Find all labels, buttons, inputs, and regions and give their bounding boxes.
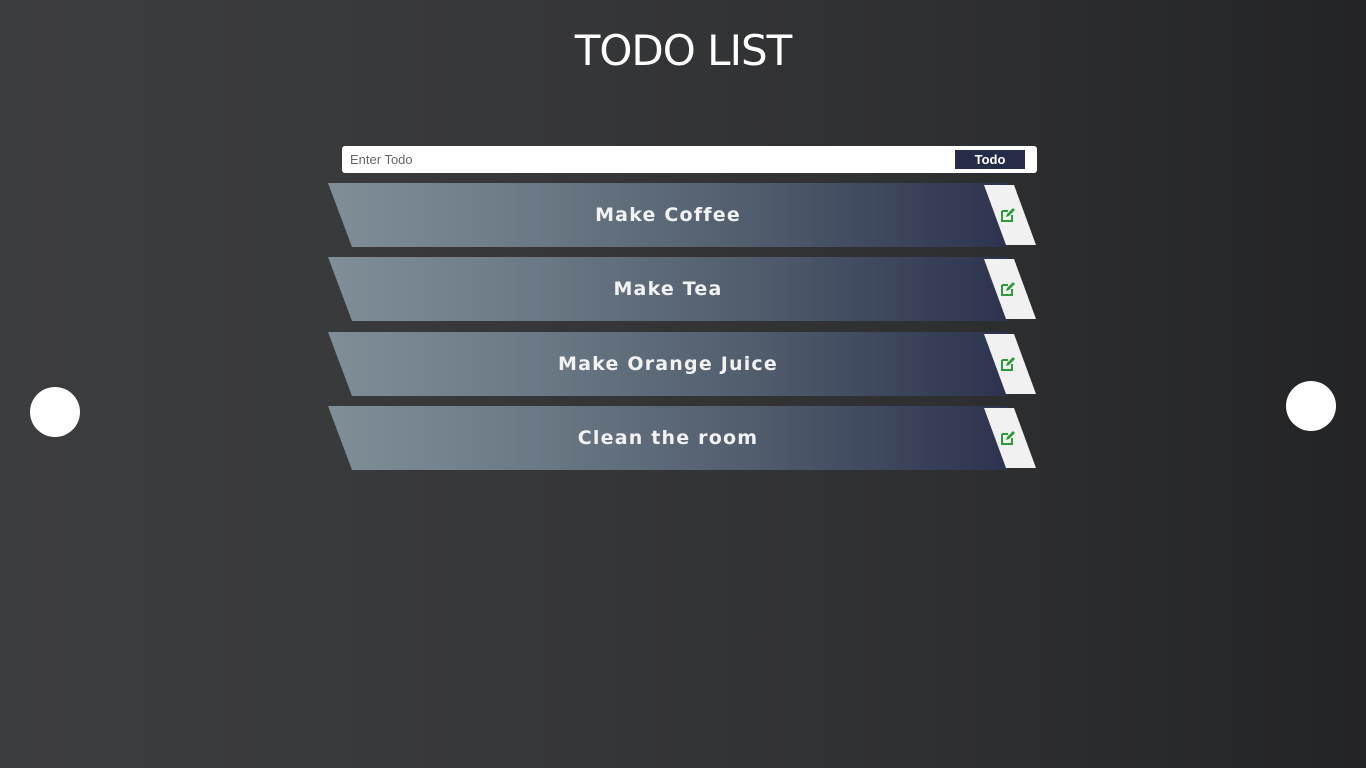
todo-input-bar: Todo — [342, 146, 1037, 173]
todo-item: Make Tea — [328, 257, 1038, 321]
todo-list: Make Coffee Make Tea Make Orange Juice C… — [328, 183, 1038, 480]
right-circle-button[interactable] — [1286, 381, 1336, 431]
edit-icon — [1001, 282, 1015, 296]
todo-item-label: Make Coffee — [595, 204, 741, 226]
todo-item: Make Coffee — [328, 183, 1038, 247]
todo-item: Make Orange Juice — [328, 332, 1038, 396]
add-todo-button[interactable]: Todo — [955, 150, 1025, 169]
todo-item-label: Clean the room — [577, 427, 759, 449]
todo-item-label: Make Orange Juice — [558, 353, 778, 375]
page-title: TODO LIST — [574, 26, 793, 75]
todo-item: Clean the room — [328, 406, 1038, 470]
todo-item-label: Make Tea — [613, 278, 723, 300]
edit-icon — [1001, 431, 1015, 445]
edit-icon — [1001, 357, 1015, 371]
todo-input[interactable] — [350, 150, 940, 169]
left-circle-button[interactable] — [30, 387, 80, 437]
edit-icon — [1001, 208, 1015, 222]
